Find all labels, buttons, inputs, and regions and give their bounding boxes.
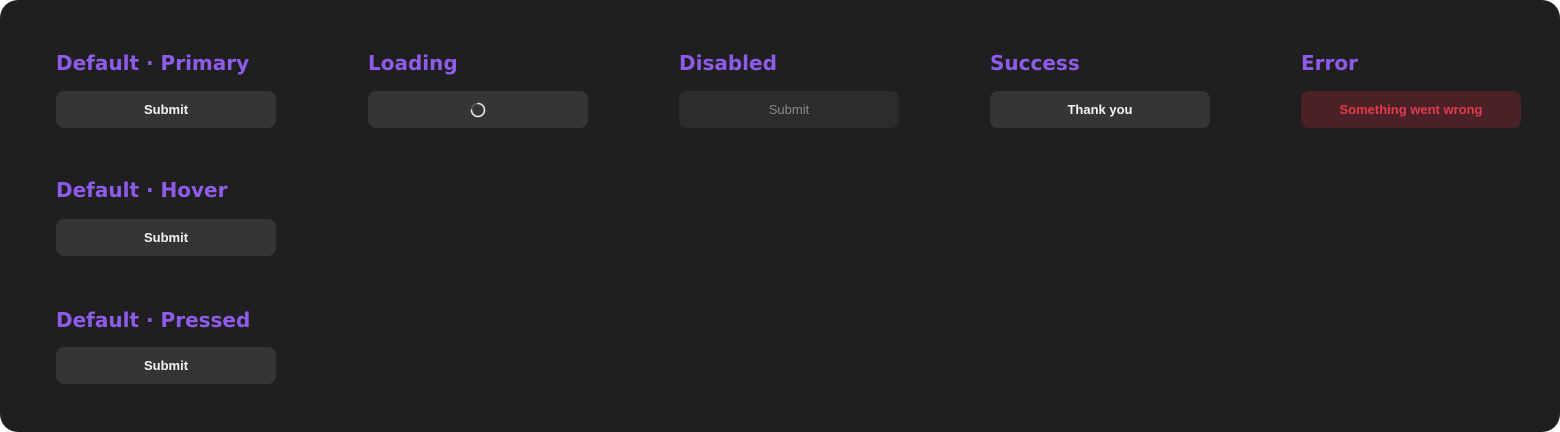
success-state-heading: Success — [990, 51, 1080, 75]
submit-button-pressed[interactable]: Submit — [56, 347, 276, 384]
error-button[interactable]: Something went wrong — [1301, 91, 1521, 128]
button-states-canvas: Default · Primary Submit Loading Disable… — [0, 0, 1560, 432]
primary-state-heading: Default · Primary — [56, 51, 250, 75]
loading-spinner-icon — [470, 102, 486, 117]
hover-state-heading: Default · Hover — [56, 178, 228, 202]
submit-button-primary[interactable]: Submit — [56, 91, 276, 128]
loading-state-heading: Loading — [368, 51, 458, 75]
submit-button-hover[interactable]: Submit — [56, 219, 276, 256]
disabled-state-heading: Disabled — [679, 51, 777, 75]
submit-button-loading[interactable] — [368, 91, 588, 128]
error-state-heading: Error — [1301, 51, 1358, 75]
submit-button-disabled: Submit — [679, 91, 899, 128]
thank-you-button-success[interactable]: Thank you — [990, 91, 1210, 128]
pressed-state-heading: Default · Pressed — [56, 308, 251, 332]
